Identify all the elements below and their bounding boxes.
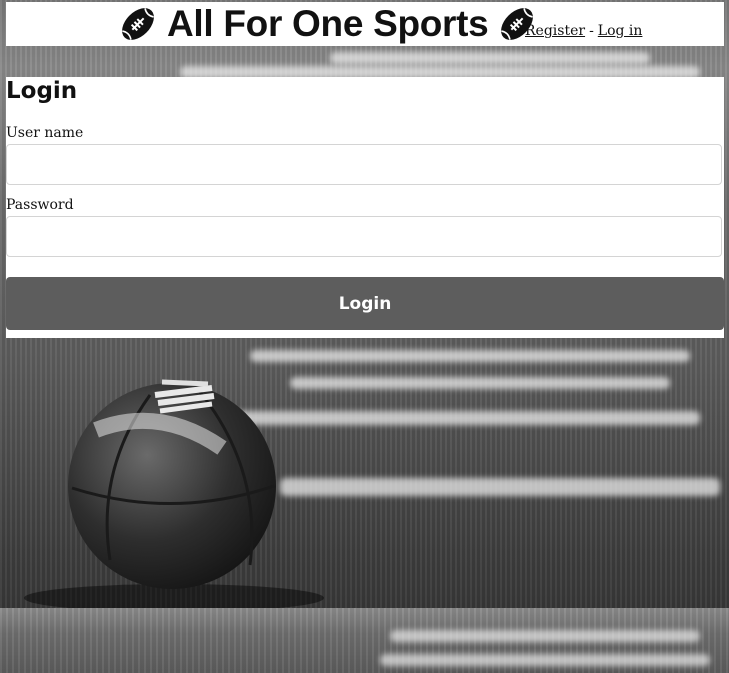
- site-brand[interactable]: All For One Sports: [118, 4, 537, 44]
- register-link[interactable]: Register: [525, 23, 585, 39]
- page-title: Login: [6, 78, 78, 104]
- site-header: All For One Sports Register - Log in: [6, 2, 724, 46]
- username-label: User name: [6, 125, 84, 141]
- auth-separator: -: [589, 23, 594, 39]
- login-button[interactable]: Login: [6, 277, 724, 330]
- login-form: Login User name Password Login: [6, 77, 724, 338]
- site-title: All For One Sports: [167, 3, 489, 44]
- password-label: Password: [6, 197, 74, 213]
- field-stripe: [380, 654, 710, 666]
- football-icon: [122, 8, 154, 40]
- field-stripe: [390, 630, 700, 642]
- password-input[interactable]: [6, 216, 722, 257]
- login-link[interactable]: Log in: [598, 23, 643, 39]
- auth-links: Register - Log in: [525, 23, 642, 39]
- username-input[interactable]: [6, 144, 722, 185]
- background-lower-band: [0, 608, 729, 673]
